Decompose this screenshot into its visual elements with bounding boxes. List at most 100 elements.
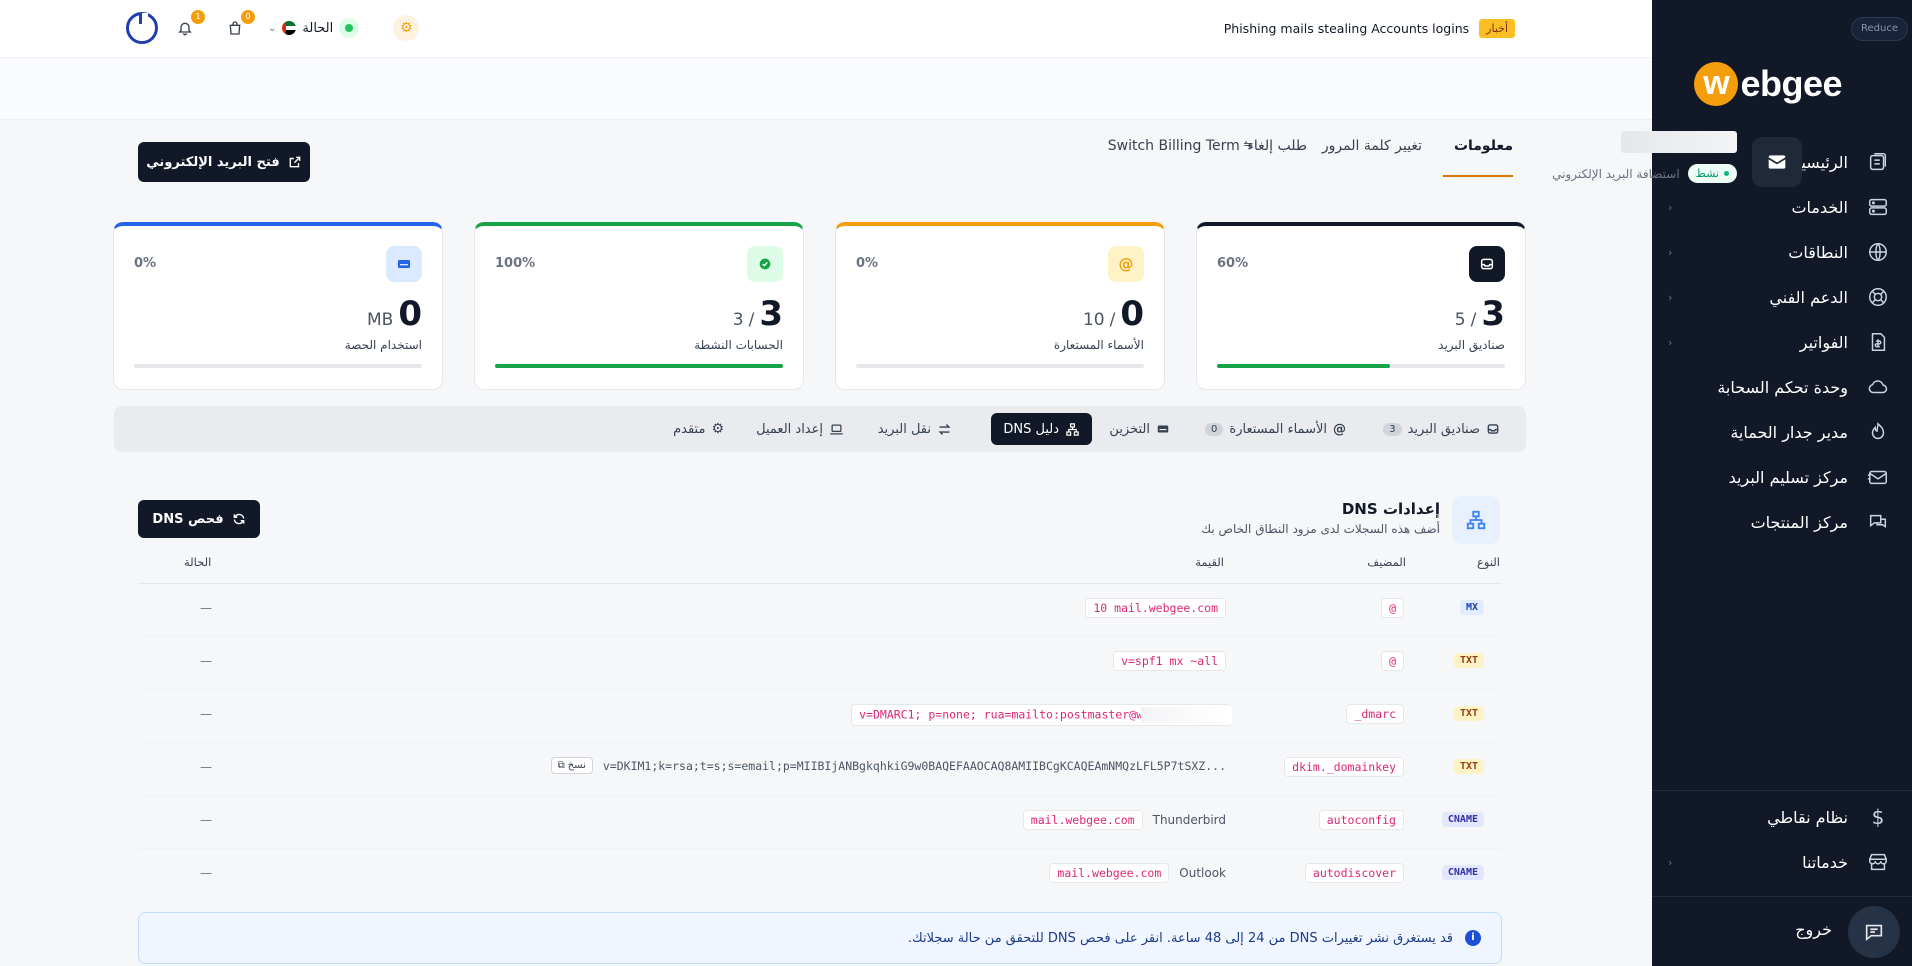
tab-storage[interactable]: التخزين bbox=[1097, 413, 1182, 445]
sidebar-item-product-center[interactable]: مركز المنتجات bbox=[1652, 500, 1912, 544]
subtab-switch-billing-term[interactable]: Switch Billing Term ⇋ bbox=[1108, 138, 1253, 154]
service-type: استضافة البريد الإلكتروني bbox=[1552, 166, 1680, 181]
dns-section-title: إعدادات DNS bbox=[1341, 500, 1440, 518]
tab-dns-guide[interactable]: دليل DNS bbox=[991, 413, 1092, 445]
tab-client-setup[interactable]: إعداد العميل bbox=[744, 413, 856, 445]
info-icon: i bbox=[1465, 930, 1481, 946]
uae-flag-icon bbox=[282, 21, 297, 35]
record-host[interactable]: @ bbox=[1381, 651, 1404, 671]
power-icon[interactable] bbox=[126, 12, 158, 44]
sidebar-item-our-services[interactable]: خدماتنا ‹ bbox=[1652, 840, 1912, 884]
sidebar-item-label: الدعم الفني bbox=[1769, 287, 1848, 307]
sidebar-item-support[interactable]: الدعم الفني ‹ bbox=[1652, 275, 1912, 319]
stat-percent: 0% bbox=[856, 256, 879, 271]
open-webmail-button[interactable]: فتح البريد الإلكتروني bbox=[138, 142, 310, 182]
chevron-down-icon: ⌄ bbox=[268, 22, 277, 34]
record-value[interactable]: mail.webgee.com bbox=[1022, 810, 1143, 830]
sidebar-item-domains[interactable]: النطاقات ‹ bbox=[1652, 230, 1912, 274]
live-chat-button[interactable] bbox=[1848, 906, 1900, 958]
switch-billing-label: Switch Billing Term bbox=[1107, 138, 1240, 154]
logo-text: ebgee bbox=[1740, 63, 1842, 104]
record-value[interactable]: v=DKIM1;k=rsa;t=s;s=email;p=MIIBIjANBgkq… bbox=[603, 759, 1226, 773]
check-dns-button[interactable]: فحص DNS bbox=[138, 500, 260, 538]
record-value[interactable]: v=spf1 mx ~all bbox=[1113, 651, 1226, 671]
record-status: — bbox=[200, 866, 212, 880]
notifications-button[interactable]: 1 bbox=[172, 10, 205, 41]
top-actions: 1 0 ⌄ الحالة ⚙ bbox=[126, 10, 420, 44]
status-online-dot bbox=[339, 18, 360, 38]
gear-icon: ⚙ bbox=[711, 421, 724, 437]
dns-record-row: TXT dkim._domainkey ⧉ نسخ v=DKIM1;k=rsa;t… bbox=[138, 743, 1502, 796]
cart-button[interactable]: 0 bbox=[222, 10, 255, 41]
record-type-badge: TXT bbox=[1453, 759, 1484, 774]
news-headline[interactable]: Phishing mails stealing Accounts logins bbox=[1224, 21, 1469, 36]
dns-record-row: CNAME autodiscover mail.webgee.com Outlo… bbox=[138, 849, 1502, 902]
record-value-cell: v=DMARC1; p=none; rua=mailto:postmaster@… bbox=[851, 704, 1232, 726]
tab-label: التخزين bbox=[1109, 421, 1150, 437]
tab-label: صناديق البريد bbox=[1407, 421, 1480, 437]
reduce-sidebar-button[interactable]: Reduce bbox=[1851, 17, 1908, 41]
inbox-icon bbox=[1486, 422, 1500, 436]
stat-progress-fill bbox=[495, 364, 783, 368]
sidebar-item-services[interactable]: الخدمات ‹ bbox=[1652, 185, 1912, 229]
record-host[interactable]: _dmarc bbox=[1346, 704, 1404, 724]
record-host[interactable]: autoconfig bbox=[1318, 810, 1404, 830]
settings-gear-icon[interactable]: ⚙ bbox=[393, 15, 420, 41]
store-icon bbox=[1864, 848, 1892, 876]
chevron-left-icon: ‹ bbox=[1668, 855, 1673, 869]
sidebar-item-mail-delivery[interactable]: مركز تسليم البريد bbox=[1652, 455, 1912, 499]
email-tabs: صناديق البريد 3 @ الأسماء المستعارة 0 ال… bbox=[114, 406, 1526, 452]
record-host[interactable]: @ bbox=[1381, 598, 1404, 618]
subtab-change-password[interactable]: تغيير كلمة المرور bbox=[1322, 138, 1422, 154]
stat-card-mailboxes: 60% 5/3 صناديق البريد bbox=[1196, 222, 1526, 390]
tab-advanced[interactable]: ⚙ متقدم bbox=[661, 413, 736, 445]
sidebar-item-invoices[interactable]: الفواتير ‹ bbox=[1652, 320, 1912, 364]
dns-section-subtitle: أضف هذه السجلات لدى مزود النطاق الخاص بك bbox=[1201, 522, 1440, 536]
stat-percent: 100% bbox=[495, 256, 536, 271]
record-host[interactable]: autodiscover bbox=[1304, 863, 1404, 883]
column-header-status: الحالة bbox=[184, 555, 212, 569]
logout-link[interactable]: خروج bbox=[1795, 920, 1832, 939]
lifebuoy-icon bbox=[1864, 283, 1892, 311]
sidebar-item-cloud-console[interactable]: وحدة تحكم السحابة bbox=[1652, 365, 1912, 409]
subtab-cancel-request[interactable]: طلب إلغاء bbox=[1247, 138, 1307, 154]
record-status: — bbox=[200, 654, 212, 668]
sidebar-item-firewall[interactable]: مدير جدار الحماية bbox=[1652, 410, 1912, 454]
stat-value: 5/3 bbox=[1454, 294, 1505, 334]
sidebar-item-points[interactable]: $ نظام نقاطي bbox=[1652, 795, 1912, 839]
at-icon: @ bbox=[1333, 421, 1346, 437]
news-ticker[interactable]: أخبار Phishing mails stealing Accounts l… bbox=[1224, 19, 1515, 38]
subtab-info[interactable]: معلومات bbox=[1454, 138, 1513, 154]
transfer-icon bbox=[937, 422, 952, 437]
inbox-icon bbox=[1469, 246, 1505, 282]
record-value[interactable]: 10 mail.webgee.com bbox=[1085, 598, 1226, 618]
stat-card-active-accounts: 100% 3/3 الحسابات النشطة bbox=[474, 222, 804, 390]
stat-label: استخدام الحصة bbox=[344, 338, 422, 352]
tab-mail-migration[interactable]: نقل البريد bbox=[866, 413, 964, 445]
tab-mailboxes[interactable]: صناديق البريد 3 bbox=[1371, 413, 1512, 445]
sidebar-item-label: نظام نقاطي bbox=[1767, 807, 1848, 827]
language-status-selector[interactable]: ⌄ الحالة bbox=[262, 15, 365, 41]
record-type-badge: CNAME bbox=[1441, 865, 1484, 880]
record-status: — bbox=[200, 813, 212, 827]
copy-button[interactable]: ⧉ نسخ bbox=[550, 757, 593, 774]
record-value[interactable]: v=DMARC1; p=none; rua=mailto:postmaster@… bbox=[851, 704, 1232, 726]
sidebar-item-label: الخدمات bbox=[1791, 197, 1848, 217]
network-icon bbox=[1065, 422, 1080, 437]
notice-text: قد يستغرق نشر تغييرات DNS من 24 إلى 48 س… bbox=[907, 930, 1453, 946]
record-value[interactable]: mail.webgee.com bbox=[1049, 863, 1170, 883]
webgee-logo[interactable]: w ebgee bbox=[1694, 62, 1842, 106]
stat-progress-bar bbox=[1217, 364, 1505, 368]
tab-aliases[interactable]: @ الأسماء المستعارة 0 bbox=[1193, 413, 1358, 445]
sidebar-item-label: وحدة تحكم السحابة bbox=[1717, 377, 1848, 397]
chevron-left-icon: ‹ bbox=[1668, 200, 1673, 214]
storage-icon bbox=[386, 246, 422, 282]
sidebar-item-label: مركز تسليم البريد bbox=[1728, 467, 1848, 487]
column-header-value: القيمة bbox=[1195, 555, 1224, 569]
record-host[interactable]: dkim._domainkey bbox=[1284, 757, 1404, 777]
server-icon bbox=[1864, 193, 1892, 221]
sidebar-item-label: مدير جدار الحماية bbox=[1730, 422, 1848, 442]
email-service-icon bbox=[1752, 137, 1802, 187]
sidebar-item-label: مركز المنتجات bbox=[1750, 512, 1848, 532]
message-icon bbox=[1863, 921, 1885, 943]
